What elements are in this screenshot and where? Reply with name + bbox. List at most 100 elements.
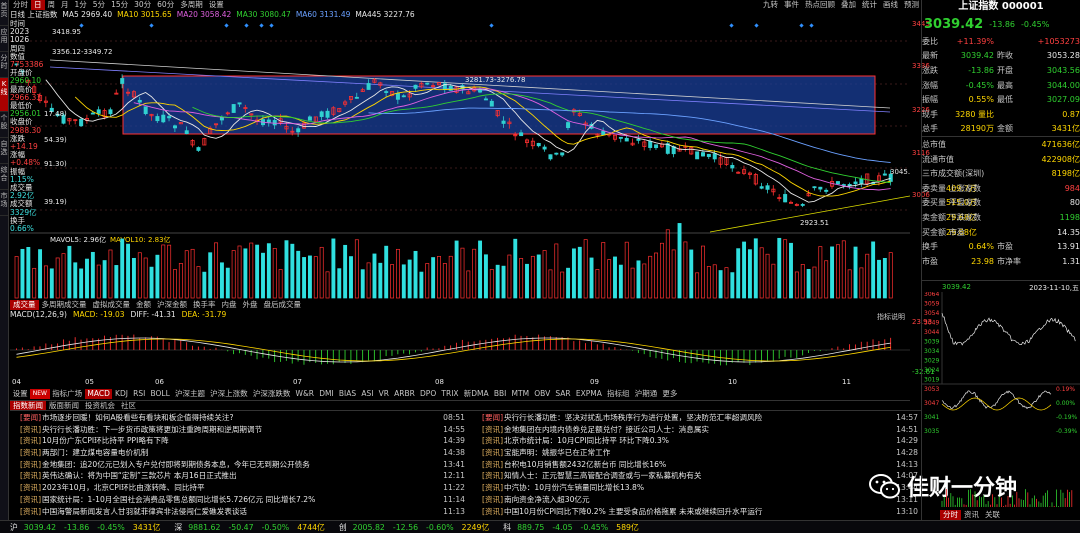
indicator-tab[interactable]: RSI bbox=[131, 389, 148, 399]
news-title[interactable]: 中国海警局新闻发言人甘羽就菲律宾非法侵闯仁爱礁发表谈话 bbox=[42, 506, 439, 518]
intraday-mini-chart[interactable]: 3064 3059 3054 3049 3044 3039 3034 3029 3024 3019… bbox=[922, 292, 1080, 514]
volume-tab[interactable]: 多周期成交量 bbox=[39, 300, 90, 310]
indicator-tab[interactable]: 沪深主题 bbox=[172, 389, 207, 399]
period-tab[interactable]: 1分 bbox=[72, 0, 90, 10]
indicator-tab[interactable]: BIAS bbox=[336, 389, 358, 399]
macd-chart[interactable] bbox=[10, 320, 910, 378]
volume-tab[interactable]: 虚拟成交量 bbox=[90, 300, 134, 310]
news-item[interactable]: [资讯] 国家统计局：1-10月全国社会消费品零售总额同比增长5.726亿元 同比… bbox=[10, 494, 465, 506]
indicator-tab[interactable]: NEW bbox=[30, 389, 50, 399]
news-title[interactable]: 市场逐步回暖！如何A股看些有看块和板企值得持续关注? bbox=[42, 412, 439, 424]
event-marker[interactable] bbox=[809, 23, 814, 28]
period-tab[interactable]: 周 bbox=[45, 0, 59, 10]
indicator-tab[interactable]: KDJ bbox=[112, 389, 130, 399]
news-title[interactable]: 国家统计局：1-10月全国社会消费品零售总额同比增长5.726亿元 同比增长7.… bbox=[42, 494, 439, 506]
news-item[interactable]: [资讯] 中汽协：10月份汽车销量同比增长13.8% 13:44 bbox=[472, 482, 918, 494]
mini-tab[interactable]: 资讯 bbox=[961, 510, 982, 520]
volume-tab[interactable]: 盘后成交量 bbox=[261, 300, 305, 310]
news-item[interactable]: [资讯] 2023年10月，北京CPI环比由涨转降、同比持平 11:22 bbox=[10, 482, 465, 494]
volume-tab[interactable]: 外盘 bbox=[240, 300, 261, 310]
indicator-tab[interactable]: BOLL bbox=[148, 389, 172, 399]
sidebar-tab[interactable]: 综合 bbox=[0, 164, 8, 190]
news-item[interactable]: [资讯] 英伟达确认：将为中国“定制”三款芯片 本月16日正式推出 12:11 bbox=[10, 470, 465, 482]
news-title[interactable]: 中汽协：10月份汽车销量同比增长13.8% bbox=[504, 482, 892, 494]
news-item[interactable]: [资讯] 知情人士：正元智慧三高管配合调查或与一家私募机构有关 14:07 bbox=[472, 470, 918, 482]
period-tab[interactable]: 60分 bbox=[154, 0, 177, 10]
event-marker[interactable] bbox=[244, 23, 249, 28]
chart-tool-button[interactable]: 统计 bbox=[859, 0, 880, 10]
news-title[interactable]: 2023年10月，北京CPI环比由涨转降、同比持平 bbox=[42, 482, 439, 494]
news-title[interactable]: 英伟达确认：将为中国“定制”三款芯片 本月16日正式推出 bbox=[42, 470, 439, 482]
sidebar-tab[interactable]: 分时 bbox=[0, 52, 8, 78]
news-item[interactable]: [资讯] 10月份广东CPI环比持平 PPI略有下降 14:39 bbox=[10, 435, 465, 447]
volume-tab[interactable]: 沪深金额 bbox=[154, 300, 190, 310]
sidebar-tab[interactable]: K线 bbox=[0, 78, 8, 112]
news-tab[interactable]: 版面新闻 bbox=[46, 401, 82, 411]
period-tab[interactable]: 设置 bbox=[206, 0, 227, 10]
indicator-tab[interactable]: DPO bbox=[417, 389, 438, 399]
indicator-tab[interactable]: ARBR bbox=[392, 389, 418, 399]
indicator-tab[interactable]: MACD bbox=[84, 389, 113, 399]
indicator-tab[interactable]: 更多 bbox=[660, 389, 680, 399]
news-item[interactable]: [资讯] 金地集团在内境内债券兑足额兑付？接近公司人士：消息属实 14:51 bbox=[472, 424, 918, 436]
news-title[interactable]: 台积电10月销售额2432亿新台币 同比增长16% bbox=[504, 459, 892, 471]
chart-tool-button[interactable]: 画线 bbox=[880, 0, 901, 10]
indicator-tab[interactable]: VR bbox=[376, 389, 392, 399]
news-item[interactable]: [资讯] 台积电10月销售额2432亿新台币 同比增长16% 14:13 bbox=[472, 459, 918, 471]
volume-tab[interactable]: 内盘 bbox=[219, 300, 240, 310]
news-tab[interactable]: 投资机会 bbox=[82, 401, 118, 411]
news-title[interactable]: 知情人士：正元智慧三高管配合调查或与一家私募机构有关 bbox=[504, 470, 892, 482]
volume-tab[interactable]: 金额 bbox=[133, 300, 154, 310]
event-marker[interactable] bbox=[754, 23, 759, 28]
news-item[interactable]: [资讯] 宝能声明：姚振华已在正常工作 14:28 bbox=[472, 447, 918, 459]
indicator-tab[interactable]: 指标广场 bbox=[50, 389, 85, 399]
indicator-tab[interactable]: 沪期通 bbox=[632, 389, 660, 399]
indicator-tab[interactable]: ASI bbox=[359, 389, 376, 399]
news-item[interactable]: [要闻] 央行行长潘功胜：坚决对扰乱市场秩序行为进行处置，坚决防范汇率超调风险 14… bbox=[472, 412, 918, 424]
sidebar-tab[interactable]: 首页 bbox=[0, 0, 8, 26]
sidebar-tab[interactable]: 个股 bbox=[0, 112, 8, 138]
event-marker[interactable] bbox=[149, 23, 154, 28]
event-marker[interactable] bbox=[269, 23, 274, 28]
indicator-tab[interactable]: W&R bbox=[293, 389, 317, 399]
indicator-tab[interactable]: SAR bbox=[553, 389, 573, 399]
mini-tab[interactable]: 关联 bbox=[982, 510, 1003, 520]
period-tab[interactable]: 日 bbox=[31, 0, 45, 10]
indicator-tab[interactable]: DMI bbox=[317, 389, 337, 399]
news-title[interactable]: 南向资金净流入超30亿元 bbox=[504, 494, 892, 506]
period-tab[interactable]: 分时 bbox=[10, 0, 31, 10]
news-item[interactable]: [要闻] 市场逐步回暖！如何A股看些有看块和板企值得持续关注? 08:51 bbox=[10, 412, 465, 424]
event-marker[interactable] bbox=[489, 23, 494, 28]
chart-tool-button[interactable]: 九转 bbox=[760, 0, 781, 10]
chart-tool-button[interactable]: 事件 bbox=[781, 0, 802, 10]
news-tab[interactable]: 社区 bbox=[118, 401, 139, 411]
event-marker[interactable] bbox=[224, 23, 229, 28]
chart-tool-button[interactable]: 热点回顾 bbox=[802, 0, 838, 10]
period-tab[interactable]: 多周期 bbox=[177, 0, 206, 10]
indicator-tab[interactable]: 设置 bbox=[10, 389, 30, 399]
news-title[interactable]: 北京市统计局：10月CPI同比持平 环比下降0.3% bbox=[504, 435, 892, 447]
indicator-tab[interactable]: TRIX bbox=[439, 389, 461, 399]
news-tab[interactable]: 指数新闻 bbox=[10, 400, 46, 411]
news-item[interactable]: [资讯] 两部门：建立煤电容量电价机制 14:38 bbox=[10, 447, 465, 459]
news-title[interactable]: 宝能声明：姚振华已在正常工作 bbox=[504, 447, 892, 459]
sidebar-tab[interactable]: 市场 bbox=[0, 190, 8, 216]
sidebar-tab[interactable]: 自选 bbox=[0, 138, 8, 164]
volume-tab[interactable]: 成交量 bbox=[10, 300, 39, 310]
period-tab[interactable]: 15分 bbox=[108, 0, 131, 10]
news-title[interactable]: 中国10月份CPI同比下降0.2% 主要受食品价格拖累 未来或继续回升水平运行 bbox=[504, 506, 892, 518]
news-title[interactable]: 金地集团在内境内债券兑足额兑付？接近公司人士：消息属实 bbox=[504, 424, 892, 436]
news-item[interactable]: [资讯] 中国10月份CPI同比下降0.2% 主要受食品价格拖累 未来或继续回升水… bbox=[472, 506, 918, 518]
mini-tab[interactable]: 分时 bbox=[940, 510, 961, 520]
event-marker[interactable] bbox=[259, 23, 264, 28]
news-item[interactable]: [资讯] 南向资金净流入超30亿元 13:11 bbox=[472, 494, 918, 506]
indicator-tab[interactable]: BBI bbox=[491, 389, 509, 399]
news-item[interactable]: [资讯] 金地集团：追20亿元已划入专户兑付即将到期债务本息，今年已无到期公开债务… bbox=[10, 459, 465, 471]
chart-tool-button[interactable]: 预测 bbox=[901, 0, 922, 10]
news-title[interactable]: 央行行长潘功胜：下一步货币政策将更加注重跨周期和逆周期调节 bbox=[42, 424, 439, 436]
indicator-tab[interactable]: EXPMA bbox=[573, 389, 604, 399]
news-item[interactable]: [资讯] 北京市统计局：10月CPI同比持平 环比下降0.3% 14:29 bbox=[472, 435, 918, 447]
indicator-tab[interactable]: 沪深上涨数 bbox=[208, 389, 251, 399]
news-title[interactable]: 金地集团：追20亿元已划入专户兑付即将到期债务本息，今年已无到期公开债务 bbox=[42, 459, 439, 471]
sidebar-tab[interactable]: 应用 bbox=[0, 26, 8, 52]
